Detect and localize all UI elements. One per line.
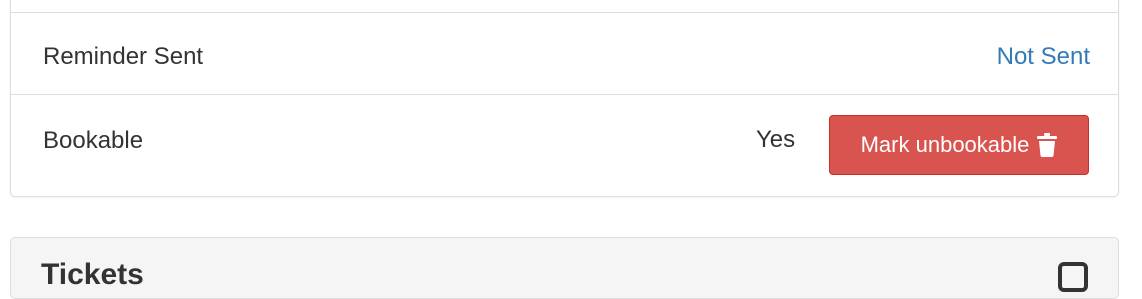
reminder-label: Reminder Sent xyxy=(43,43,204,70)
bookable-label: Bookable xyxy=(43,127,144,154)
mark-unbookable-button[interactable]: Mark unbookable xyxy=(829,115,1089,175)
reminder-row: Reminder Sent Not Sent xyxy=(11,13,1118,95)
tickets-panel: Tickets xyxy=(10,237,1119,299)
reminder-status-link[interactable]: Not Sent xyxy=(997,43,1090,71)
details-panel: Reminder Sent Not Sent Bookable Yes Mark… xyxy=(10,0,1119,197)
trash-icon xyxy=(1037,133,1058,157)
previous-row xyxy=(11,0,1118,13)
bookable-value: Yes xyxy=(756,126,796,153)
edit-icon[interactable] xyxy=(1058,262,1088,292)
tickets-panel-title: Tickets xyxy=(41,258,144,291)
bookable-row: Bookable Yes Mark unbookable xyxy=(11,95,1118,196)
mark-unbookable-label: Mark unbookable xyxy=(860,132,1030,157)
